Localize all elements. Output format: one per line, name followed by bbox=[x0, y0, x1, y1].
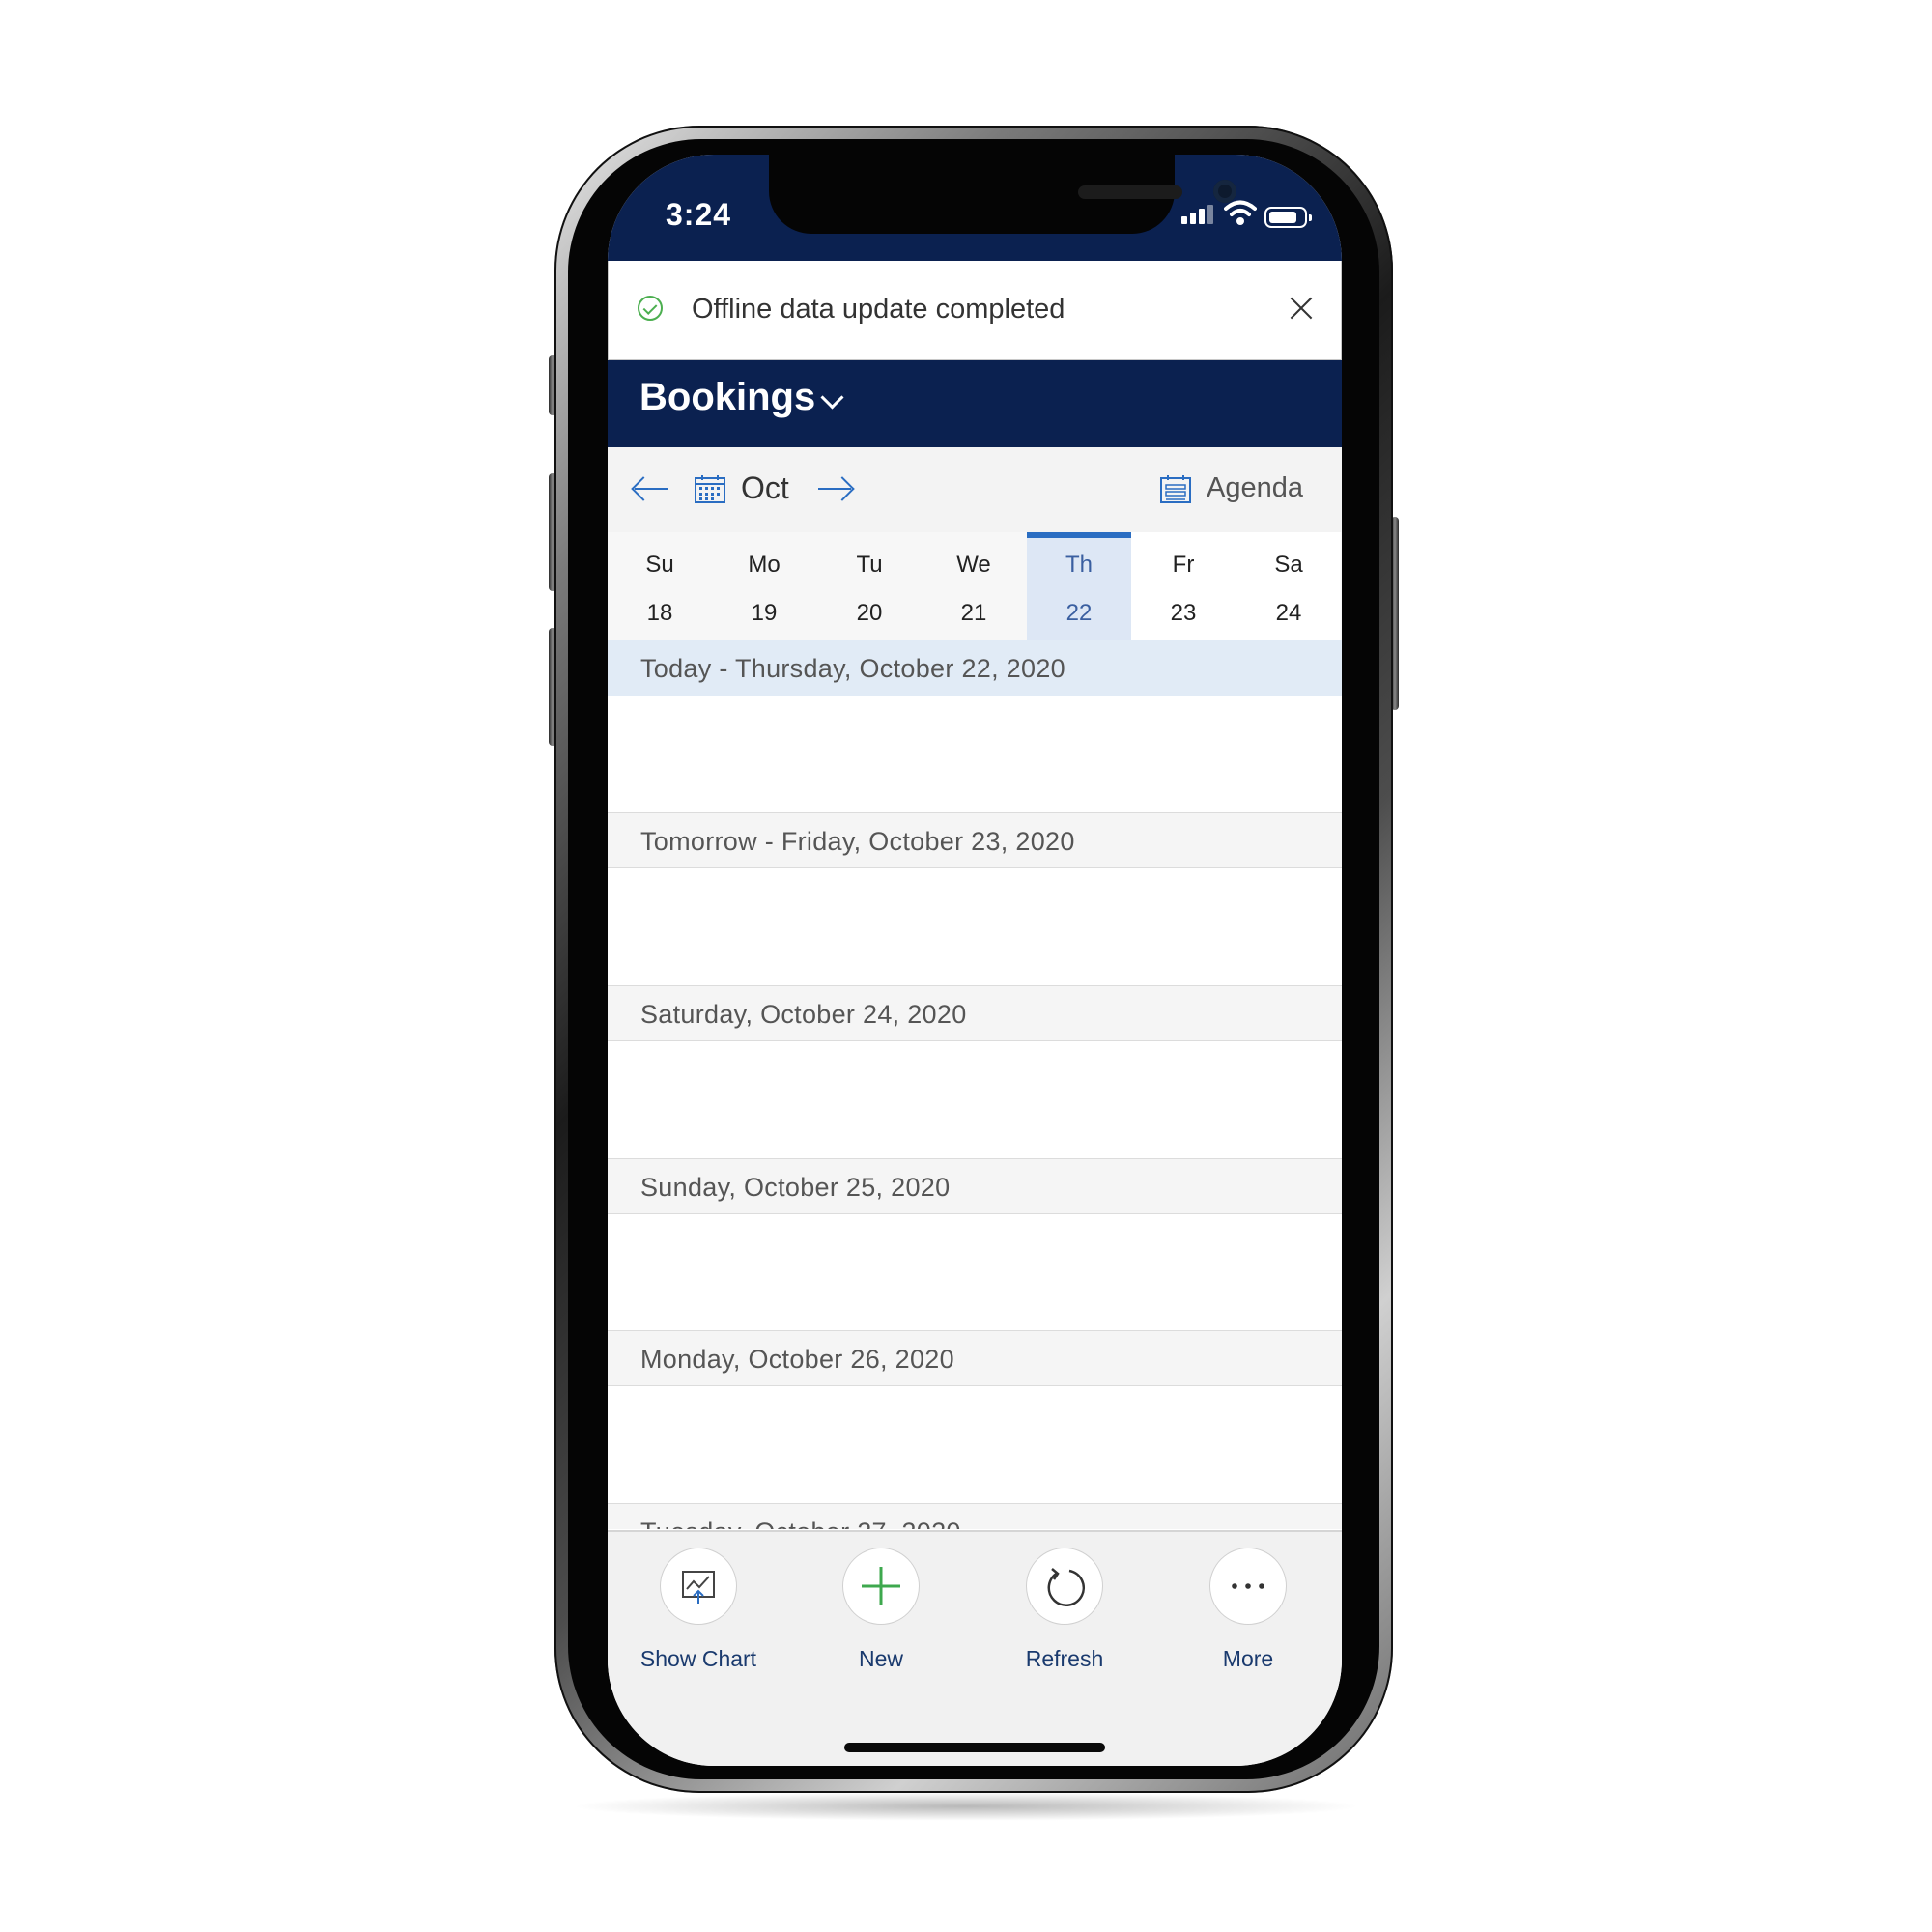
agenda-day-header: Tuesday, October 27, 2020 bbox=[608, 1503, 1342, 1529]
agenda-day-header: Sunday, October 25, 2020 bbox=[608, 1158, 1342, 1214]
notification-banner: Offline data update completed bbox=[608, 261, 1342, 360]
agenda-day-label: Saturday, October 24, 2020 bbox=[640, 1000, 967, 1029]
phone-shadow bbox=[570, 1792, 1362, 1821]
command-bar: Show Chart New Refresh More bbox=[608, 1530, 1342, 1766]
agenda-day-header: Tomorrow - Friday, October 23, 2020 bbox=[608, 812, 1342, 868]
new-button[interactable]: New bbox=[794, 1548, 968, 1672]
more-button[interactable]: More bbox=[1161, 1548, 1335, 1672]
agenda-list[interactable]: Today - Thursday, October 22, 2020 Tomor… bbox=[608, 640, 1342, 1529]
day-saturday[interactable]: Sa 24 bbox=[1236, 532, 1341, 640]
day-name: We bbox=[956, 552, 991, 578]
agenda-day-label: Monday, October 26, 2020 bbox=[640, 1345, 954, 1374]
day-number: 18 bbox=[646, 600, 673, 626]
day-wednesday[interactable]: We 21 bbox=[922, 532, 1026, 640]
day-name: Su bbox=[645, 552, 674, 578]
day-thursday-selected[interactable]: Th 22 bbox=[1027, 532, 1131, 640]
app-header: Bookings bbox=[608, 360, 1342, 447]
day-name: Tu bbox=[856, 552, 883, 578]
close-icon[interactable] bbox=[1287, 294, 1316, 323]
agenda-icon[interactable] bbox=[1160, 474, 1191, 503]
chevron-down-icon[interactable] bbox=[820, 385, 844, 410]
view-selector-title[interactable]: Bookings bbox=[639, 376, 815, 419]
battery-icon bbox=[1264, 207, 1312, 228]
success-check-icon bbox=[638, 296, 663, 321]
calendar-navigation: Oct Agenda bbox=[608, 447, 1342, 532]
refresh-button[interactable]: Refresh bbox=[978, 1548, 1151, 1672]
month-label[interactable]: Oct bbox=[741, 470, 789, 506]
day-number: 24 bbox=[1275, 600, 1302, 626]
agenda-day-label: Tomorrow - Friday, October 23, 2020 bbox=[640, 827, 1075, 856]
day-name: Mo bbox=[748, 552, 781, 578]
day-name: Sa bbox=[1274, 552, 1303, 578]
day-sunday[interactable]: Su 18 bbox=[608, 532, 712, 640]
agenda-day-header: Today - Thursday, October 22, 2020 bbox=[608, 640, 1342, 696]
agenda-day-label: Tuesday, October 27, 2020 bbox=[640, 1518, 961, 1529]
show-chart-button[interactable]: Show Chart bbox=[611, 1548, 785, 1672]
home-indicator[interactable] bbox=[844, 1743, 1105, 1752]
day-number: 21 bbox=[960, 600, 987, 626]
view-mode-label[interactable]: Agenda bbox=[1207, 472, 1303, 504]
day-tuesday[interactable]: Tu 20 bbox=[817, 532, 922, 640]
day-friday[interactable]: Fr 23 bbox=[1131, 532, 1236, 640]
day-number: 22 bbox=[1065, 600, 1093, 626]
refresh-label: Refresh bbox=[1025, 1646, 1104, 1671]
day-name: Th bbox=[1065, 552, 1093, 578]
calendar-icon[interactable] bbox=[695, 474, 725, 503]
notification-message: Offline data update completed bbox=[692, 294, 1065, 325]
agenda-day-label: Sunday, October 25, 2020 bbox=[640, 1173, 951, 1202]
day-number: 19 bbox=[751, 600, 778, 626]
agenda-day-header: Saturday, October 24, 2020 bbox=[608, 985, 1342, 1041]
previous-arrow-icon[interactable] bbox=[635, 488, 668, 490]
phone-screen: 3:24 Offline data update completed Booki… bbox=[608, 155, 1342, 1766]
status-time: 3:24 bbox=[666, 197, 732, 232]
day-number: 23 bbox=[1170, 600, 1197, 626]
agenda-day-header: Monday, October 26, 2020 bbox=[608, 1330, 1342, 1386]
day-monday[interactable]: Mo 19 bbox=[712, 532, 816, 640]
more-icon[interactable] bbox=[1209, 1548, 1287, 1625]
more-label: More bbox=[1222, 1646, 1274, 1671]
day-name: Fr bbox=[1172, 552, 1195, 578]
show-chart-label: Show Chart bbox=[639, 1646, 757, 1671]
status-bar: 3:24 bbox=[608, 155, 1342, 261]
plus-icon[interactable] bbox=[842, 1548, 920, 1625]
show-chart-icon[interactable] bbox=[660, 1548, 737, 1625]
refresh-icon[interactable] bbox=[1026, 1548, 1103, 1625]
speaker bbox=[1078, 185, 1182, 199]
wifi-icon bbox=[1224, 200, 1257, 225]
next-arrow-icon[interactable] bbox=[818, 488, 851, 490]
notch bbox=[769, 155, 1236, 234]
day-number: 20 bbox=[856, 600, 883, 626]
agenda-day-label: Today - Thursday, October 22, 2020 bbox=[640, 654, 1065, 683]
week-strip: Su 18 Mo 19 Tu 20 We 21 Th 22 Fr 23 Sa 2… bbox=[608, 532, 1342, 640]
new-label: New bbox=[858, 1646, 903, 1671]
